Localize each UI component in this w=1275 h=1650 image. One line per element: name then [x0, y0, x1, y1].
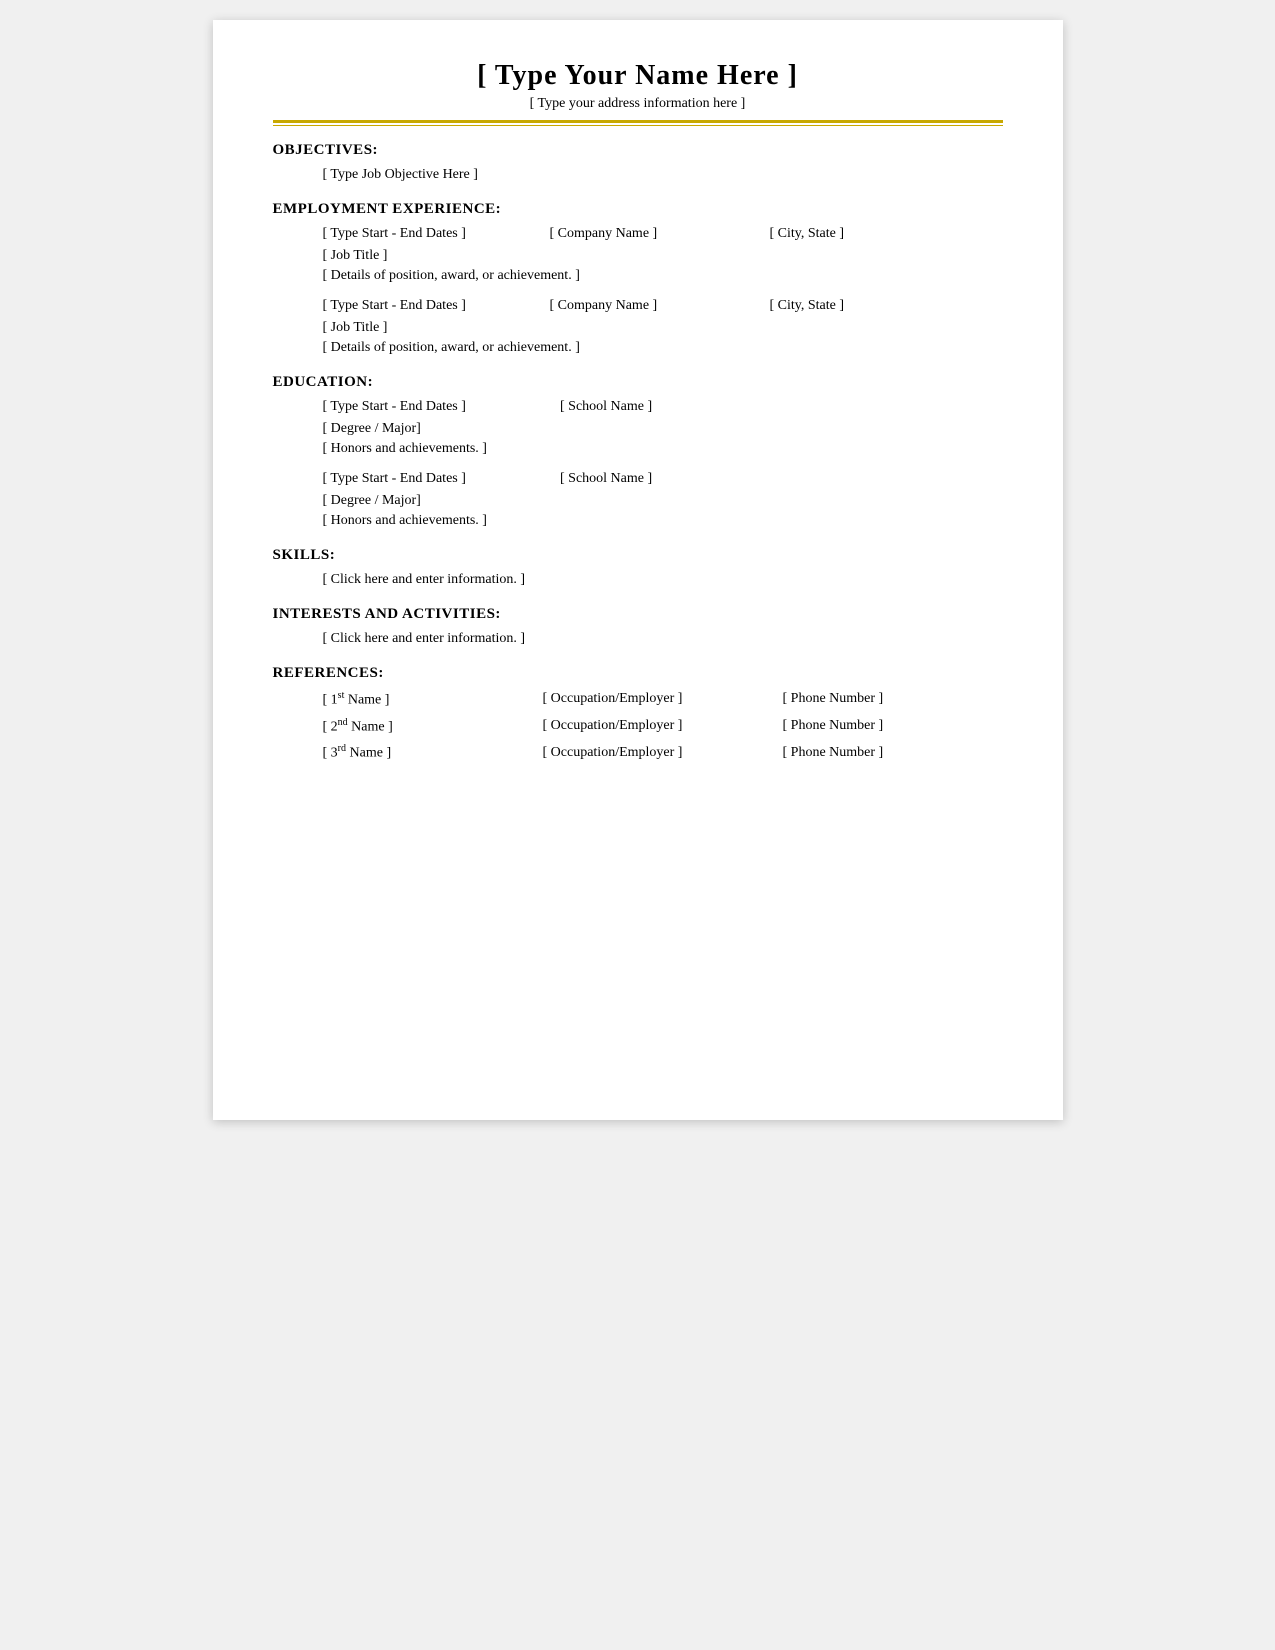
edu1-dates[interactable]: [ Type Start - End Dates ] [323, 399, 543, 415]
emp1-details[interactable]: [ Details of position, award, or achieve… [323, 268, 1003, 284]
emp2-jobtitle[interactable]: [ Job Title ] [323, 320, 1003, 336]
emp2-details[interactable]: [ Details of position, award, or achieve… [323, 340, 1003, 356]
edu2-honors[interactable]: [ Honors and achievements. ] [323, 513, 1003, 529]
references-title: REFERENCES: [273, 665, 1003, 682]
edu2-degree[interactable]: [ Degree / Major] [323, 493, 1003, 509]
name-field[interactable]: [ Type Your Name Here ] [273, 60, 1003, 92]
objectives-content: [ Type Job Objective Here ] [323, 167, 1003, 183]
education-content: [ Type Start - End Dates ] [ School Name… [323, 399, 1003, 529]
ref2-name[interactable]: [ 2nd Name ] [323, 717, 543, 736]
ref1-phone[interactable]: [ Phone Number ] [783, 691, 963, 707]
employment-section: EMPLOYMENT EXPERIENCE: [ Type Start - En… [273, 201, 1003, 356]
references-content: [ 1st Name ] [ Occupation/Employer ] [ P… [323, 690, 1003, 766]
emp2-dates[interactable]: [ Type Start - End Dates ] [323, 298, 543, 314]
emp2-city[interactable]: [ City, State ] [763, 298, 913, 314]
ref3-name[interactable]: [ 3rd Name ] [323, 743, 543, 762]
interests-section: INTERESTS AND ACTIVITIES: [ Click here a… [273, 606, 1003, 647]
skills-section: SKILLS: [ Click here and enter informati… [273, 547, 1003, 588]
references-section: REFERENCES: [ 1st Name ] [ Occupation/Em… [273, 665, 1003, 766]
edu2-dates[interactable]: [ Type Start - End Dates ] [323, 471, 543, 487]
education-entry-2: [ Type Start - End Dates ] [ School Name… [323, 471, 1003, 529]
objectives-text[interactable]: [ Type Job Objective Here ] [323, 167, 1003, 183]
objectives-title: OBJECTIVES: [273, 142, 1003, 159]
top-divider [273, 120, 1003, 123]
interests-text[interactable]: [ Click here and enter information. ] [323, 631, 1003, 647]
reference-row-2: [ 2nd Name ] [ Occupation/Employer ] [ P… [323, 717, 1003, 740]
ref1-occupation[interactable]: [ Occupation/Employer ] [543, 691, 783, 707]
edu2-school[interactable]: [ School Name ] [543, 471, 743, 487]
interests-content: [ Click here and enter information. ] [323, 631, 1003, 647]
emp2-company[interactable]: [ Company Name ] [543, 298, 763, 314]
emp1-jobtitle[interactable]: [ Job Title ] [323, 248, 1003, 264]
address-field[interactable]: [ Type your address information here ] [273, 96, 1003, 112]
ref1-name[interactable]: [ 1st Name ] [323, 690, 543, 709]
emp1-dates[interactable]: [ Type Start - End Dates ] [323, 226, 543, 242]
emp1-company[interactable]: [ Company Name ] [543, 226, 763, 242]
education-entry-1: [ Type Start - End Dates ] [ School Name… [323, 399, 1003, 457]
employment-content: [ Type Start - End Dates ] [ Company Nam… [323, 226, 1003, 356]
ref2-phone[interactable]: [ Phone Number ] [783, 718, 963, 734]
skills-text[interactable]: [ Click here and enter information. ] [323, 572, 1003, 588]
reference-row-3: [ 3rd Name ] [ Occupation/Employer ] [ P… [323, 743, 1003, 766]
education-title: EDUCATION: [273, 374, 1003, 391]
bottom-divider [273, 125, 1003, 126]
skills-content: [ Click here and enter information. ] [323, 572, 1003, 588]
emp1-city[interactable]: [ City, State ] [763, 226, 913, 242]
resume-header: [ Type Your Name Here ] [ Type your addr… [273, 60, 1003, 112]
edu1-school[interactable]: [ School Name ] [543, 399, 743, 415]
employment-row-2-top: [ Type Start - End Dates ] [ Company Nam… [323, 298, 1003, 318]
ref2-occupation[interactable]: [ Occupation/Employer ] [543, 718, 783, 734]
ref3-phone[interactable]: [ Phone Number ] [783, 745, 963, 761]
resume-page: [ Type Your Name Here ] [ Type your addr… [213, 20, 1063, 1120]
ref3-occupation[interactable]: [ Occupation/Employer ] [543, 745, 783, 761]
education-row-2-top: [ Type Start - End Dates ] [ School Name… [323, 471, 1003, 491]
skills-title: SKILLS: [273, 547, 1003, 564]
employment-row-1-top: [ Type Start - End Dates ] [ Company Nam… [323, 226, 1003, 246]
reference-row-1: [ 1st Name ] [ Occupation/Employer ] [ P… [323, 690, 1003, 713]
education-row-1-top: [ Type Start - End Dates ] [ School Name… [323, 399, 1003, 419]
edu1-honors[interactable]: [ Honors and achievements. ] [323, 441, 1003, 457]
education-section: EDUCATION: [ Type Start - End Dates ] [ … [273, 374, 1003, 529]
employment-entry-1: [ Type Start - End Dates ] [ Company Nam… [323, 226, 1003, 284]
employment-title: EMPLOYMENT EXPERIENCE: [273, 201, 1003, 218]
objectives-section: OBJECTIVES: [ Type Job Objective Here ] [273, 142, 1003, 183]
edu1-degree[interactable]: [ Degree / Major] [323, 421, 1003, 437]
employment-entry-2: [ Type Start - End Dates ] [ Company Nam… [323, 298, 1003, 356]
interests-title: INTERESTS AND ACTIVITIES: [273, 606, 1003, 623]
